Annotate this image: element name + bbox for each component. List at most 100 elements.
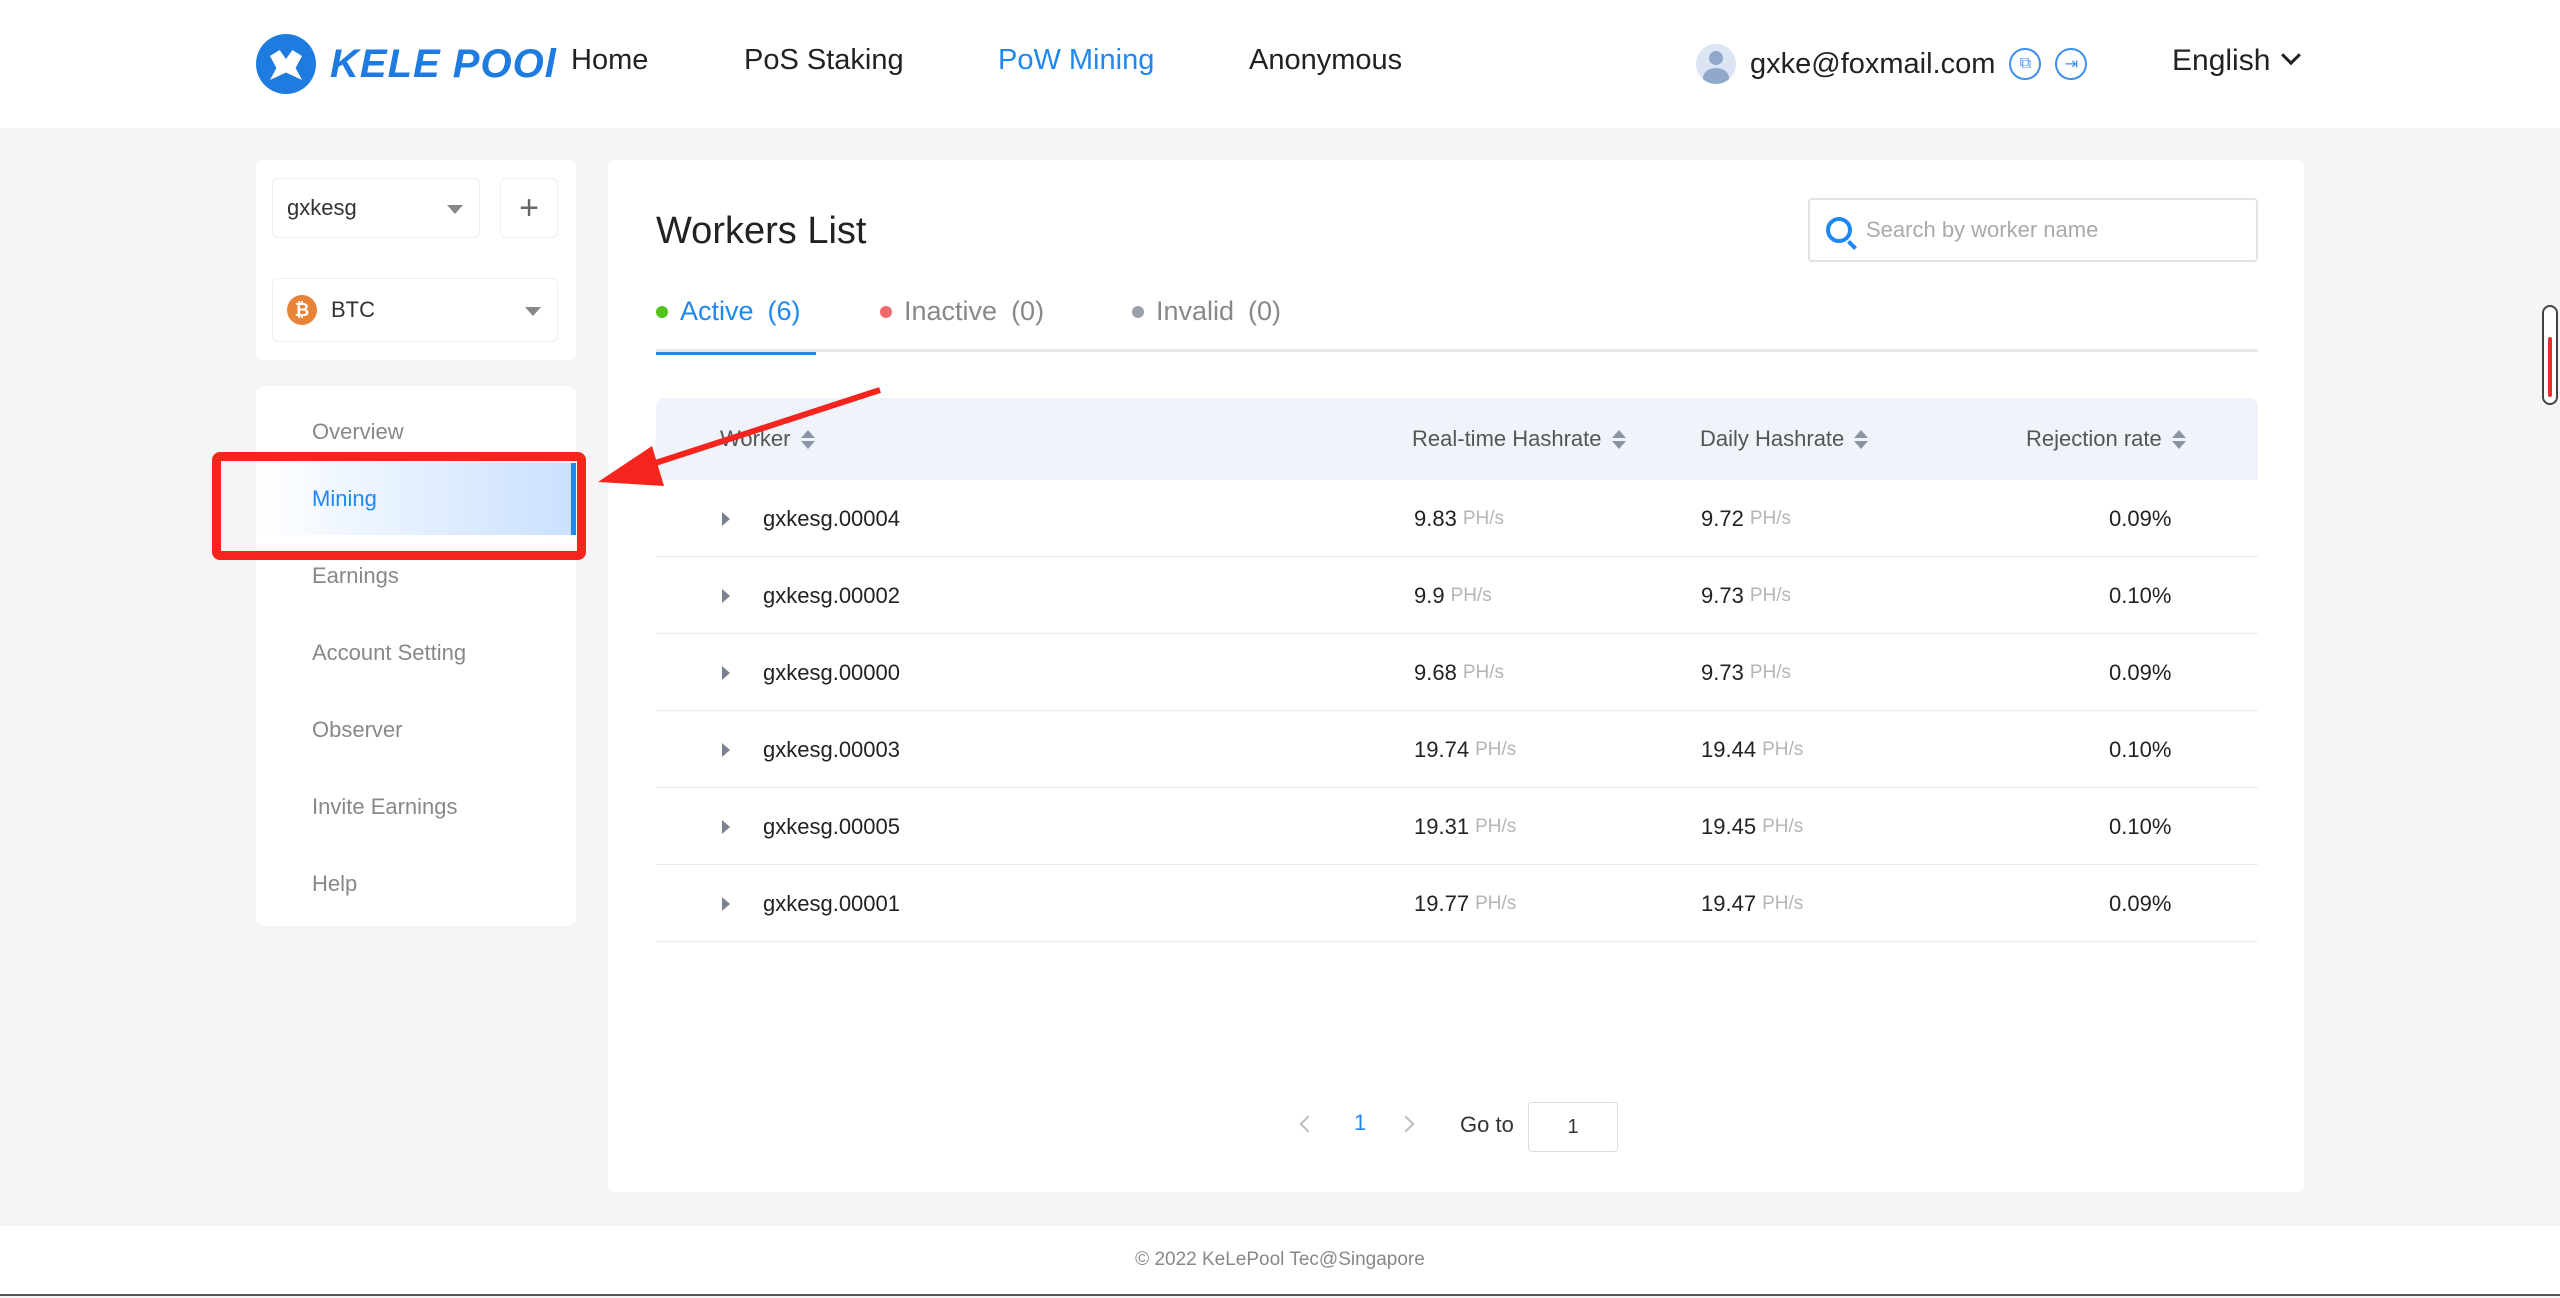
account-select[interactable]: gxkesg bbox=[272, 178, 480, 238]
unit-label: PH/s bbox=[1450, 584, 1492, 606]
expand-icon[interactable] bbox=[722, 788, 730, 865]
user-info: gxke@foxmail.com ⧉ ⇥ bbox=[1696, 42, 2088, 86]
nav-pos-staking[interactable]: PoS Staking bbox=[744, 44, 904, 77]
user-avatar-icon bbox=[1696, 44, 1736, 84]
expand-icon[interactable] bbox=[722, 711, 730, 788]
column-daily-hashrate[interactable]: Daily Hashrate bbox=[1700, 398, 1869, 480]
page-scrollbar[interactable] bbox=[2542, 305, 2558, 405]
caret-down-icon bbox=[525, 307, 541, 316]
worker-name: gxkesg.00002 bbox=[763, 582, 900, 608]
expand-icon[interactable] bbox=[722, 634, 730, 711]
sidebar-item-observer[interactable]: Observer bbox=[256, 694, 576, 766]
unit-label: PH/s bbox=[1762, 738, 1804, 760]
hashrate-value: 19.31 bbox=[1414, 813, 1470, 839]
sort-icon bbox=[1611, 429, 1626, 449]
realtime-hashrate: 19.74 PH/s bbox=[1414, 711, 1516, 788]
daily-hashrate: 9.73 PH/s bbox=[1701, 557, 1791, 634]
next-page-icon[interactable] bbox=[1397, 1115, 1415, 1133]
expand-icon[interactable] bbox=[722, 480, 730, 557]
hashrate-value: 19.47 bbox=[1701, 890, 1757, 916]
realtime-hashrate: 19.77 PH/s bbox=[1414, 865, 1516, 942]
sidebar-item-help[interactable]: Help bbox=[256, 848, 576, 920]
table-row[interactable]: gxkesg.00004 9.83 PH/s 9.72 PH/s 0.09% bbox=[656, 480, 2258, 557]
sidebar-item-invite-earnings[interactable]: Invite Earnings bbox=[256, 771, 576, 843]
logout-icon[interactable]: ⇥ bbox=[2055, 48, 2088, 80]
column-label: Daily Hashrate bbox=[1700, 426, 1845, 451]
unit-label: PH/s bbox=[1749, 584, 1792, 606]
tab-invalid[interactable]: Invalid (0) bbox=[1132, 294, 1281, 352]
chevron-down-icon bbox=[2281, 45, 2302, 66]
goto-page-input[interactable] bbox=[1528, 1102, 1618, 1152]
worker-name: gxkesg.00001 bbox=[763, 890, 900, 916]
daily-hashrate: 9.72 PH/s bbox=[1701, 480, 1791, 557]
search-box bbox=[1808, 198, 2258, 262]
table-row[interactable]: gxkesg.00001 19.77 PH/s 19.47 PH/s 0.09% bbox=[656, 865, 2258, 942]
unit-label: PH/s bbox=[1475, 892, 1517, 914]
workers-panel: Workers List Active (6) Inactive (0) Inv… bbox=[608, 160, 2304, 1192]
tab-label: Invalid bbox=[1156, 296, 1235, 326]
hashrate-value: 19.77 bbox=[1414, 890, 1470, 916]
copyright-text: © 2022 KeLePool Tec@Singapore bbox=[1135, 1249, 1425, 1270]
add-account-button[interactable]: + bbox=[500, 178, 558, 238]
nav-home[interactable]: Home bbox=[571, 44, 648, 77]
column-worker[interactable]: Worker bbox=[720, 398, 815, 480]
sort-icon bbox=[800, 429, 815, 449]
table-row[interactable]: gxkesg.00002 9.9 PH/s 9.73 PH/s 0.10% bbox=[656, 557, 2258, 634]
hashrate-value: 9.68 bbox=[1414, 659, 1457, 685]
table-row[interactable]: gxkesg.00000 9.68 PH/s 9.73 PH/s 0.09% bbox=[656, 634, 2258, 711]
table-row[interactable]: gxkesg.00003 19.74 PH/s 19.44 PH/s 0.10% bbox=[656, 711, 2258, 788]
hashrate-value: 9.73 bbox=[1701, 582, 1744, 608]
page-title: Workers List bbox=[656, 210, 867, 252]
column-label: Worker bbox=[720, 426, 791, 451]
unit-label: PH/s bbox=[1462, 661, 1505, 683]
pagination: 1 Go to bbox=[608, 1102, 2304, 1152]
prev-page-icon[interactable] bbox=[1299, 1115, 1317, 1133]
sort-icon bbox=[2171, 429, 2186, 449]
coin-name: BTC bbox=[331, 297, 375, 322]
daily-hashrate: 19.45 PH/s bbox=[1701, 788, 1803, 865]
footer: © 2022 KeLePool Tec@Singapore bbox=[0, 1226, 2560, 1296]
top-header: KELE POOl Home PoS Staking PoW Mining An… bbox=[0, 0, 2560, 128]
hashrate-value: 9.83 bbox=[1414, 505, 1457, 531]
logo-mark-icon bbox=[256, 34, 316, 94]
rejection-rate: 0.10% bbox=[2109, 582, 2172, 608]
rejection-rate: 0.09% bbox=[2109, 890, 2172, 916]
realtime-hashrate: 9.9 PH/s bbox=[1414, 557, 1492, 634]
status-tabs: Active (6) Inactive (0) Invalid (0) bbox=[656, 294, 2258, 355]
search-input[interactable] bbox=[1866, 217, 2246, 243]
tab-active[interactable]: Active (6) bbox=[656, 294, 816, 355]
tab-label: Active bbox=[680, 296, 754, 326]
copy-icon[interactable]: ⧉ bbox=[2009, 48, 2042, 80]
nav-pow-mining[interactable]: PoW Mining bbox=[998, 44, 1154, 77]
worker-name: gxkesg.00004 bbox=[763, 505, 900, 531]
unit-label: PH/s bbox=[1749, 507, 1792, 529]
kelepool-logo[interactable]: KELE POOl bbox=[256, 34, 557, 94]
tab-inactive[interactable]: Inactive (0) bbox=[880, 294, 1044, 352]
logo-text: KELE POOl bbox=[330, 41, 557, 86]
realtime-hashrate: 9.68 PH/s bbox=[1414, 634, 1504, 711]
coin-select[interactable]: ₿ BTC bbox=[272, 278, 558, 342]
expand-icon[interactable] bbox=[722, 865, 730, 942]
tab-count: (0) bbox=[1248, 296, 1282, 326]
column-realtime-hashrate[interactable]: Real-time Hashrate bbox=[1412, 398, 1626, 480]
sidebar-item-account-setting[interactable]: Account Setting bbox=[256, 617, 576, 689]
btc-icon: ₿ bbox=[287, 295, 317, 325]
table-row[interactable]: gxkesg.00005 19.31 PH/s 19.45 PH/s 0.10% bbox=[656, 788, 2258, 865]
table-header: Worker Real-time Hashrate Daily Hashrate… bbox=[656, 398, 2258, 480]
nav-anonymous[interactable]: Anonymous bbox=[1249, 44, 1402, 77]
unit-label: PH/s bbox=[1475, 815, 1517, 837]
language-selector[interactable]: English bbox=[2172, 44, 2302, 78]
column-label: Real-time Hashrate bbox=[1412, 426, 1602, 451]
page-number[interactable]: 1 bbox=[1354, 1110, 1366, 1136]
rejection-rate: 0.10% bbox=[2109, 813, 2172, 839]
account-panel: gxkesg + ₿ BTC bbox=[256, 160, 576, 360]
hashrate-value: 9.73 bbox=[1701, 659, 1744, 685]
column-label: Rejection rate bbox=[2026, 426, 2162, 451]
expand-icon[interactable] bbox=[722, 557, 730, 634]
column-rejection-rate[interactable]: Rejection rate bbox=[2026, 398, 2186, 480]
daily-hashrate: 19.47 PH/s bbox=[1701, 865, 1803, 942]
annotation-highlight-box bbox=[212, 452, 586, 560]
rejection-rate: 0.09% bbox=[2109, 659, 2172, 685]
worker-name: gxkesg.00003 bbox=[763, 736, 900, 762]
search-icon bbox=[1826, 217, 1852, 243]
